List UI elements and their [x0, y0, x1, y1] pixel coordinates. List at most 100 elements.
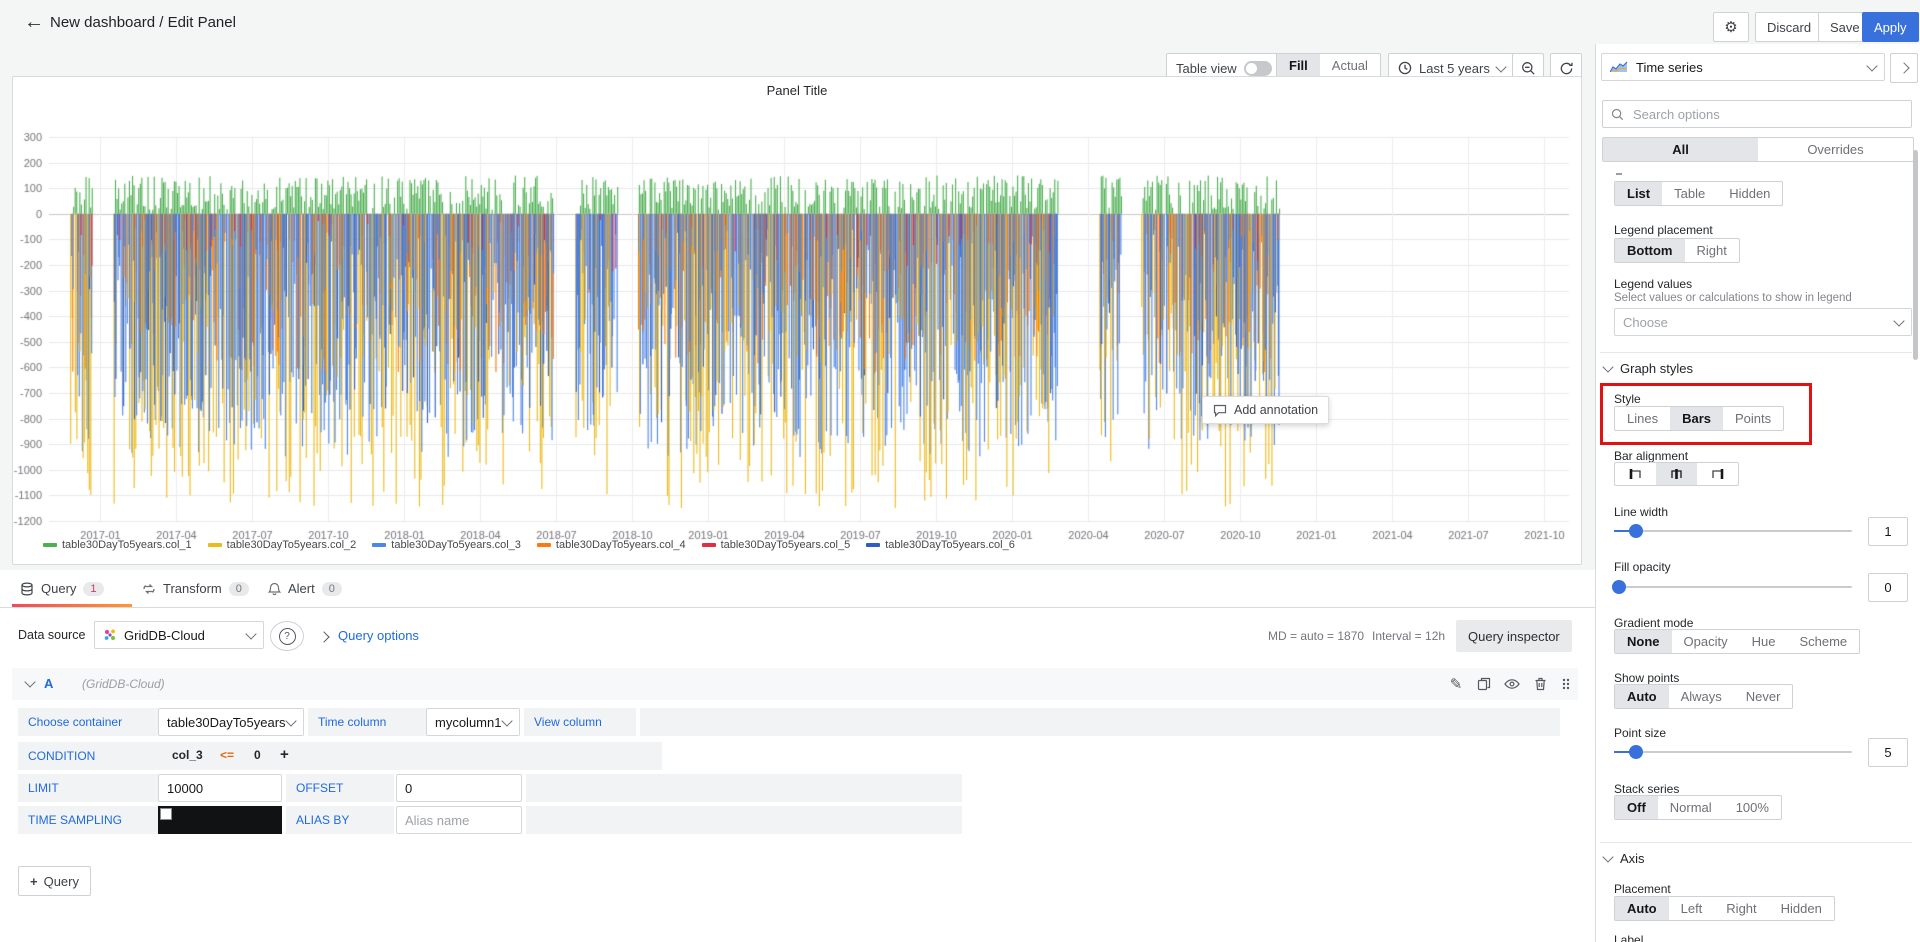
condition-value[interactable]: 0 [254, 748, 261, 762]
apply-button[interactable]: Apply [1862, 12, 1919, 42]
chevron-down-icon [245, 628, 256, 639]
option-all[interactable]: All [1603, 138, 1758, 161]
legend-series-name: table30DayTo5years.col_2 [227, 539, 357, 551]
option-right[interactable]: Right [1685, 239, 1739, 262]
time-column-select[interactable]: mycolumn1 [426, 708, 520, 736]
option-right[interactable]: Right [1714, 897, 1768, 920]
bar-align-before-button[interactable] [1615, 463, 1656, 485]
bar-align-center-button[interactable] [1656, 463, 1697, 485]
collapse-options-button[interactable] [1890, 53, 1918, 83]
option-overrides[interactable]: Overrides [1758, 138, 1913, 161]
option-auto[interactable]: Auto [1615, 685, 1669, 708]
option-left[interactable]: Left [1669, 897, 1715, 920]
fill-opacity-value[interactable]: 0 [1868, 573, 1908, 602]
bar-align-after-button[interactable] [1697, 463, 1738, 485]
option-auto[interactable]: Auto [1615, 897, 1669, 920]
options-search[interactable] [1602, 100, 1912, 128]
sidebar-scrollbar[interactable] [1913, 150, 1918, 360]
option-lines[interactable]: Lines [1615, 407, 1670, 430]
option-table[interactable]: Table [1662, 182, 1717, 205]
option-normal[interactable]: Normal [1658, 796, 1724, 819]
legend-swatch [537, 543, 551, 547]
option-points[interactable]: Points [1723, 407, 1783, 430]
tab-alert[interactable]: Alert 0 [260, 570, 354, 607]
fill-opacity-slider[interactable] [1614, 586, 1852, 588]
panel-settings-gear-button[interactable]: ⚙ [1713, 12, 1749, 42]
datasource-help-button[interactable]: ? [270, 621, 304, 651]
add-query-button[interactable]: + Query [18, 866, 91, 896]
discard-button[interactable]: Discard [1755, 12, 1823, 42]
query-options-toggle[interactable]: Query options [338, 628, 419, 643]
drag-handle[interactable] [1556, 674, 1576, 694]
view-column-link[interactable]: View column [524, 708, 636, 736]
point-size-value[interactable]: 5 [1868, 738, 1908, 767]
option-list[interactable]: List [1615, 182, 1662, 205]
option-bars[interactable]: Bars [1670, 407, 1723, 430]
legend-item[interactable]: table30DayTo5years.col_1 [43, 539, 192, 551]
visualization-picker[interactable]: Time series [1601, 53, 1885, 81]
option-off[interactable]: Off [1615, 796, 1658, 819]
collapse-chevron-icon[interactable] [24, 676, 35, 687]
option-100-[interactable]: 100% [1724, 796, 1781, 819]
query-inspector-button[interactable]: Query inspector [1456, 620, 1572, 652]
query-a-header[interactable]: A (GridDB-Cloud) [12, 668, 1578, 700]
max-datapoints-stat: MD = auto = 1870 [1268, 629, 1364, 643]
option-actual[interactable]: Actual [1320, 54, 1380, 77]
options-search-input[interactable] [1631, 106, 1903, 123]
option-hue[interactable]: Hue [1740, 630, 1788, 653]
time-sampling-box[interactable] [158, 806, 282, 834]
time-range-label: Last 5 years [1419, 61, 1490, 76]
line-width-slider[interactable] [1614, 530, 1852, 532]
grafana-edit-panel-page: ← New dashboard / Edit Panel ⚙ Discard S… [0, 0, 1920, 942]
help-icon: ? [279, 628, 296, 645]
transform-icon [142, 582, 156, 596]
option-always[interactable]: Always [1669, 685, 1734, 708]
option-bottom[interactable]: Bottom [1615, 239, 1685, 262]
chart-canvas[interactable] [13, 77, 1583, 566]
datasource-select[interactable]: GridDB-Cloud [94, 621, 264, 649]
legend-item[interactable]: table30DayTo5years.col_4 [537, 539, 686, 551]
slider-thumb[interactable] [1629, 745, 1643, 759]
limit-input[interactable] [158, 774, 282, 802]
legend-item[interactable]: table30DayTo5years.col_5 [702, 539, 851, 551]
alias-input[interactable] [396, 806, 522, 834]
slider-thumb[interactable] [1629, 524, 1643, 538]
legend-values-select[interactable]: Choose [1614, 308, 1912, 336]
time-sampling-checkbox[interactable] [160, 808, 172, 820]
query-section: Query 1 Transform 0 Alert 0 Data source … [0, 570, 1595, 942]
duplicate-query-button[interactable] [1474, 674, 1494, 694]
page-title: New dashboard / Edit Panel [50, 14, 236, 31]
condition-operator[interactable]: <= [220, 748, 234, 762]
tab-transform[interactable]: Transform 0 [134, 570, 262, 607]
table-view-switch[interactable] [1244, 61, 1272, 76]
legend-item[interactable]: table30DayTo5years.col_2 [208, 539, 357, 551]
legend-item[interactable]: table30DayTo5years.col_6 [866, 539, 1015, 551]
toggle-query-visibility-button[interactable] [1502, 674, 1522, 694]
tab-query[interactable]: Query 1 [12, 570, 132, 607]
back-arrow-icon[interactable]: ← [24, 12, 44, 32]
option-hidden[interactable]: Hidden [1717, 182, 1782, 205]
add-condition-button[interactable]: + [280, 746, 289, 763]
add-annotation-tooltip[interactable]: Add annotation [1202, 396, 1329, 424]
edit-query-button[interactable]: ✎ [1446, 674, 1466, 694]
option-fill[interactable]: Fill [1277, 54, 1320, 77]
condition-field-chip[interactable]: col_3 [172, 748, 203, 762]
panel-title: Panel Title [13, 83, 1581, 98]
option-scheme[interactable]: Scheme [1787, 630, 1859, 653]
offset-input[interactable] [396, 774, 522, 802]
container-select[interactable]: table30DayTo5years [158, 708, 304, 736]
alias-by-label: ALIAS BY [286, 806, 394, 834]
visualization-name: Time series [1636, 60, 1703, 75]
option-never[interactable]: Never [1734, 685, 1793, 708]
axis-section-header[interactable]: Axis [1604, 851, 1645, 866]
graph-styles-section-header[interactable]: Graph styles [1604, 361, 1693, 376]
line-width-value[interactable]: 1 [1868, 517, 1908, 546]
option-opacity[interactable]: Opacity [1672, 630, 1740, 653]
delete-query-button[interactable] [1530, 674, 1550, 694]
option-hidden[interactable]: Hidden [1769, 897, 1834, 920]
point-size-slider[interactable] [1614, 751, 1852, 753]
slider-thumb[interactable] [1612, 580, 1626, 594]
legend-values-placeholder: Choose [1623, 315, 1668, 330]
option-none[interactable]: None [1615, 630, 1672, 653]
legend-item[interactable]: table30DayTo5years.col_3 [372, 539, 521, 551]
